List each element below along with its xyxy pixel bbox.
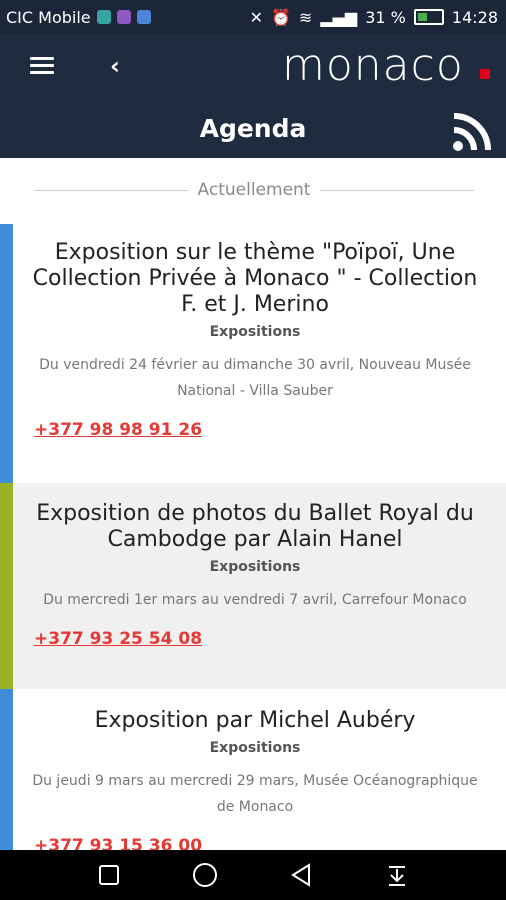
event-phone-link[interactable]: +377 93 15 36 00 xyxy=(34,836,482,850)
rss-feed-icon[interactable] xyxy=(452,112,492,152)
section-label: Actuellement xyxy=(197,180,311,200)
hamburger-menu-icon[interactable] xyxy=(30,57,54,77)
app-header: ‹ monaco Agenda xyxy=(0,34,506,158)
section-divider: Actuellement xyxy=(34,176,475,204)
event-title: Exposition sur le thème "Poïpoï, Une Col… xyxy=(32,240,478,317)
event-category: Expositions xyxy=(209,324,301,340)
app-notification-icon xyxy=(116,10,131,24)
event-description: Du mercredi 1er mars au vendredi 7 avril… xyxy=(43,592,467,608)
alarm-icon: ⏰ xyxy=(270,7,291,27)
event-card[interactable]: Exposition de photos du Ballet Royal du … xyxy=(0,483,506,689)
app-notification-icon xyxy=(136,10,151,24)
logo-dot xyxy=(480,69,490,79)
page-title: Agenda xyxy=(199,114,307,143)
recent-apps-button[interactable] xyxy=(61,850,157,900)
event-accent-bar xyxy=(0,483,13,689)
back-arrow-icon[interactable]: ‹ xyxy=(110,52,120,80)
event-card[interactable]: Exposition par Michel Aubéry Expositions… xyxy=(0,689,506,850)
event-title: Exposition par Michel Aubéry xyxy=(94,708,416,733)
triangle-back-icon xyxy=(291,863,310,887)
event-category: Expositions xyxy=(209,740,301,756)
back-button[interactable] xyxy=(253,850,349,900)
status-bar: CIC Mobile ✕ ⏰ ≋ ▂▄▆ 31 % 14:28 xyxy=(0,0,506,34)
home-button[interactable] xyxy=(157,850,253,900)
download-arrow-icon xyxy=(389,866,405,886)
battery-label: 31 % xyxy=(365,7,406,27)
event-title: Exposition de photos du Ballet Royal du … xyxy=(36,501,474,552)
notification-pull-button[interactable] xyxy=(349,850,445,900)
event-accent-bar xyxy=(0,224,13,483)
square-icon xyxy=(99,865,119,885)
circle-icon xyxy=(193,863,217,887)
event-card[interactable]: Exposition sur le thème "Poïpoï, Une Col… xyxy=(0,224,506,483)
monaco-logo: monaco xyxy=(282,40,464,91)
battery-icon xyxy=(413,9,444,25)
event-description: Du vendredi 24 février au dimanche 30 av… xyxy=(39,357,471,399)
wifi-icon: ≋ xyxy=(298,7,313,27)
time-label: 14:28 xyxy=(451,7,498,27)
signal-icon: ▂▄▆ xyxy=(320,7,358,27)
app-notification-icon xyxy=(96,10,111,24)
android-nav-bar xyxy=(0,850,506,900)
event-description: Du jeudi 9 mars au mercredi 29 mars, Mus… xyxy=(32,773,478,815)
event-accent-bar xyxy=(0,689,13,850)
carrier-label: CIC Mobile xyxy=(6,7,91,27)
event-category: Expositions xyxy=(209,559,301,575)
muted-icon: ✕ xyxy=(249,7,263,27)
event-phone-link[interactable]: +377 93 25 54 08 xyxy=(34,629,482,649)
event-phone-link[interactable]: +377 98 98 91 26 xyxy=(34,420,482,440)
